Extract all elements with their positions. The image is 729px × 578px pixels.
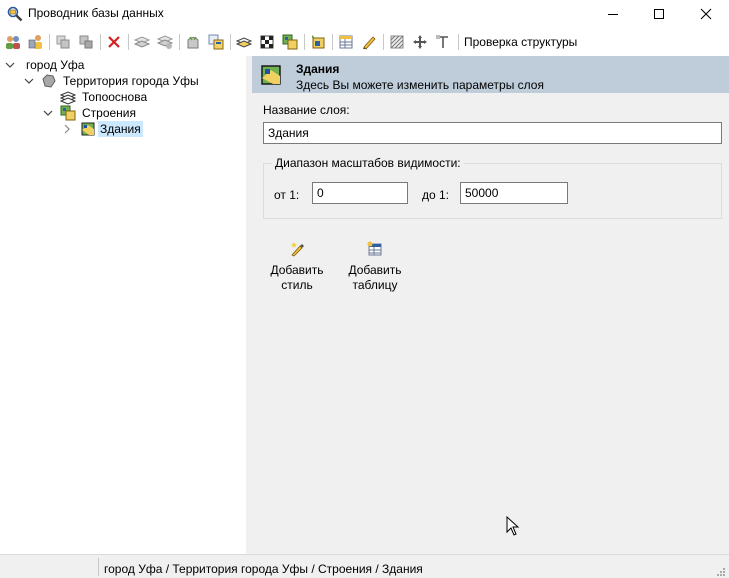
status-separator (98, 558, 99, 576)
layer-name-input[interactable]: Здания (263, 122, 722, 144)
toolbar-separator (49, 34, 50, 50)
checker-icon (260, 35, 274, 49)
add-layers-icon (282, 34, 298, 50)
panel-subtitle: Здесь Вы можете изменить параметры слоя (296, 78, 544, 92)
tree-node-buildings-layer[interactable]: Здания (0, 121, 240, 137)
building-layer-icon (261, 65, 281, 85)
user-settings-button[interactable] (26, 32, 46, 52)
chevron-down-icon[interactable] (24, 76, 34, 86)
delete-button[interactable] (104, 32, 124, 52)
link-table-icon (208, 34, 224, 50)
hatch-button[interactable] (387, 32, 407, 52)
toolbar-separator (383, 34, 384, 50)
add-table-button[interactable]: Добавить таблицу (338, 241, 412, 293)
toolbar-separator (304, 34, 305, 50)
user-settings-icon (28, 35, 42, 49)
tree-label-territory: Территория города Уфы (63, 74, 199, 88)
title-bar: Проводник базы данных (0, 0, 729, 28)
group-layers-icon (60, 105, 76, 121)
import-button[interactable] (308, 32, 328, 52)
table-icon (339, 35, 353, 49)
toolbar-separator (179, 34, 180, 50)
tree-node-territory[interactable]: Территория города Уфы (0, 73, 240, 89)
move-icon (413, 35, 427, 49)
tree-label-buildings-group: Строения (82, 106, 137, 120)
layers-button-2[interactable] (155, 32, 175, 52)
scale-from-input[interactable]: 0 (312, 182, 408, 204)
style-brush-icon (291, 242, 304, 257)
territory-icon (42, 74, 56, 88)
status-bar: город Уфа / Территория города Уфы / Стро… (0, 554, 729, 578)
users-icon (6, 36, 20, 49)
toolbar-separator (230, 34, 231, 50)
tree-node-topo[interactable]: Топооснова (0, 89, 240, 105)
minimize-icon (608, 14, 618, 15)
layers-gray2-icon (157, 35, 173, 49)
mouse-cursor-icon (506, 516, 520, 536)
table-button[interactable] (336, 32, 356, 52)
layer-name-label: Название слоя: (263, 103, 350, 117)
layers-icon (60, 91, 76, 105)
scale-range-label: Диапазон масштабов видимости: (272, 156, 464, 170)
checker-button[interactable] (257, 32, 277, 52)
window-title: Проводник базы данных (28, 6, 164, 20)
tree-node-root[interactable]: город Уфа (0, 57, 240, 73)
layer-tree: город Уфа Территория города Уфы Топоосно… (0, 56, 246, 554)
text-tool-icon (436, 35, 448, 48)
panel-title: Здания (296, 62, 340, 76)
move-button[interactable] (410, 32, 430, 52)
scale-from-label: от 1: (274, 188, 300, 202)
toolbar-separator (458, 34, 459, 50)
add-layers-button[interactable] (280, 32, 300, 52)
copy-button[interactable] (53, 32, 73, 52)
book-layer-icon (236, 37, 252, 48)
scale-to-label: до 1: (422, 188, 450, 202)
text-tool-button[interactable] (433, 32, 453, 52)
panel-header: Здания Здесь Вы можете изменить параметр… (252, 56, 729, 93)
building-layer-icon (81, 122, 95, 136)
add-table-label: Добавить таблицу (348, 263, 402, 292)
layers-gray-icon (134, 36, 150, 48)
maximize-button[interactable] (636, 0, 682, 28)
check-structure-button[interactable]: Проверка структуры (464, 35, 577, 49)
book-layer-button[interactable] (234, 32, 254, 52)
resize-grip-icon[interactable] (716, 567, 726, 577)
tree-label-topo: Топооснова (82, 90, 148, 104)
paste-button[interactable] (76, 32, 96, 52)
import-icon (312, 35, 325, 49)
copy-gray-icon (56, 35, 70, 49)
maximize-icon (654, 9, 664, 19)
bag-button[interactable] (183, 32, 203, 52)
layers-button[interactable] (132, 32, 152, 52)
toolbar-separator (100, 34, 101, 50)
add-style-button[interactable]: Добавить стиль (260, 241, 334, 293)
hatch-icon (390, 35, 404, 49)
scale-range-group: Диапазон масштабов видимости: от 1: 0 до… (263, 156, 722, 219)
layer-properties-panel: Здания Здесь Вы можете изменить параметр… (252, 56, 729, 554)
tree-label-root: город Уфа (26, 58, 85, 72)
bag-icon (187, 36, 199, 49)
toolbar-separator (128, 34, 129, 50)
chevron-down-icon[interactable] (5, 60, 15, 70)
add-table-icon (367, 241, 382, 256)
chevron-down-icon[interactable] (43, 108, 53, 118)
close-button[interactable] (683, 0, 729, 28)
pencil-icon (363, 36, 376, 50)
link-table-button[interactable] (206, 32, 226, 52)
add-style-label: Добавить стиль (270, 263, 324, 292)
toolbar-separator (332, 34, 333, 50)
tree-node-buildings-group[interactable]: Строения (0, 105, 240, 121)
users-button[interactable] (3, 32, 23, 52)
delete-icon (108, 36, 120, 48)
paste-gray-icon (79, 35, 93, 49)
status-path: город Уфа / Территория города Уфы / Стро… (104, 562, 423, 576)
minimize-button[interactable] (590, 0, 636, 28)
close-icon (700, 8, 712, 20)
tree-label-buildings-layer: Здания (98, 121, 143, 137)
magnifier-db-icon (7, 6, 23, 22)
chevron-right-icon[interactable] (62, 124, 72, 134)
pencil-button[interactable] (359, 32, 379, 52)
scale-to-input[interactable]: 50000 (460, 182, 568, 204)
toolbar: Проверка структуры (0, 28, 729, 56)
